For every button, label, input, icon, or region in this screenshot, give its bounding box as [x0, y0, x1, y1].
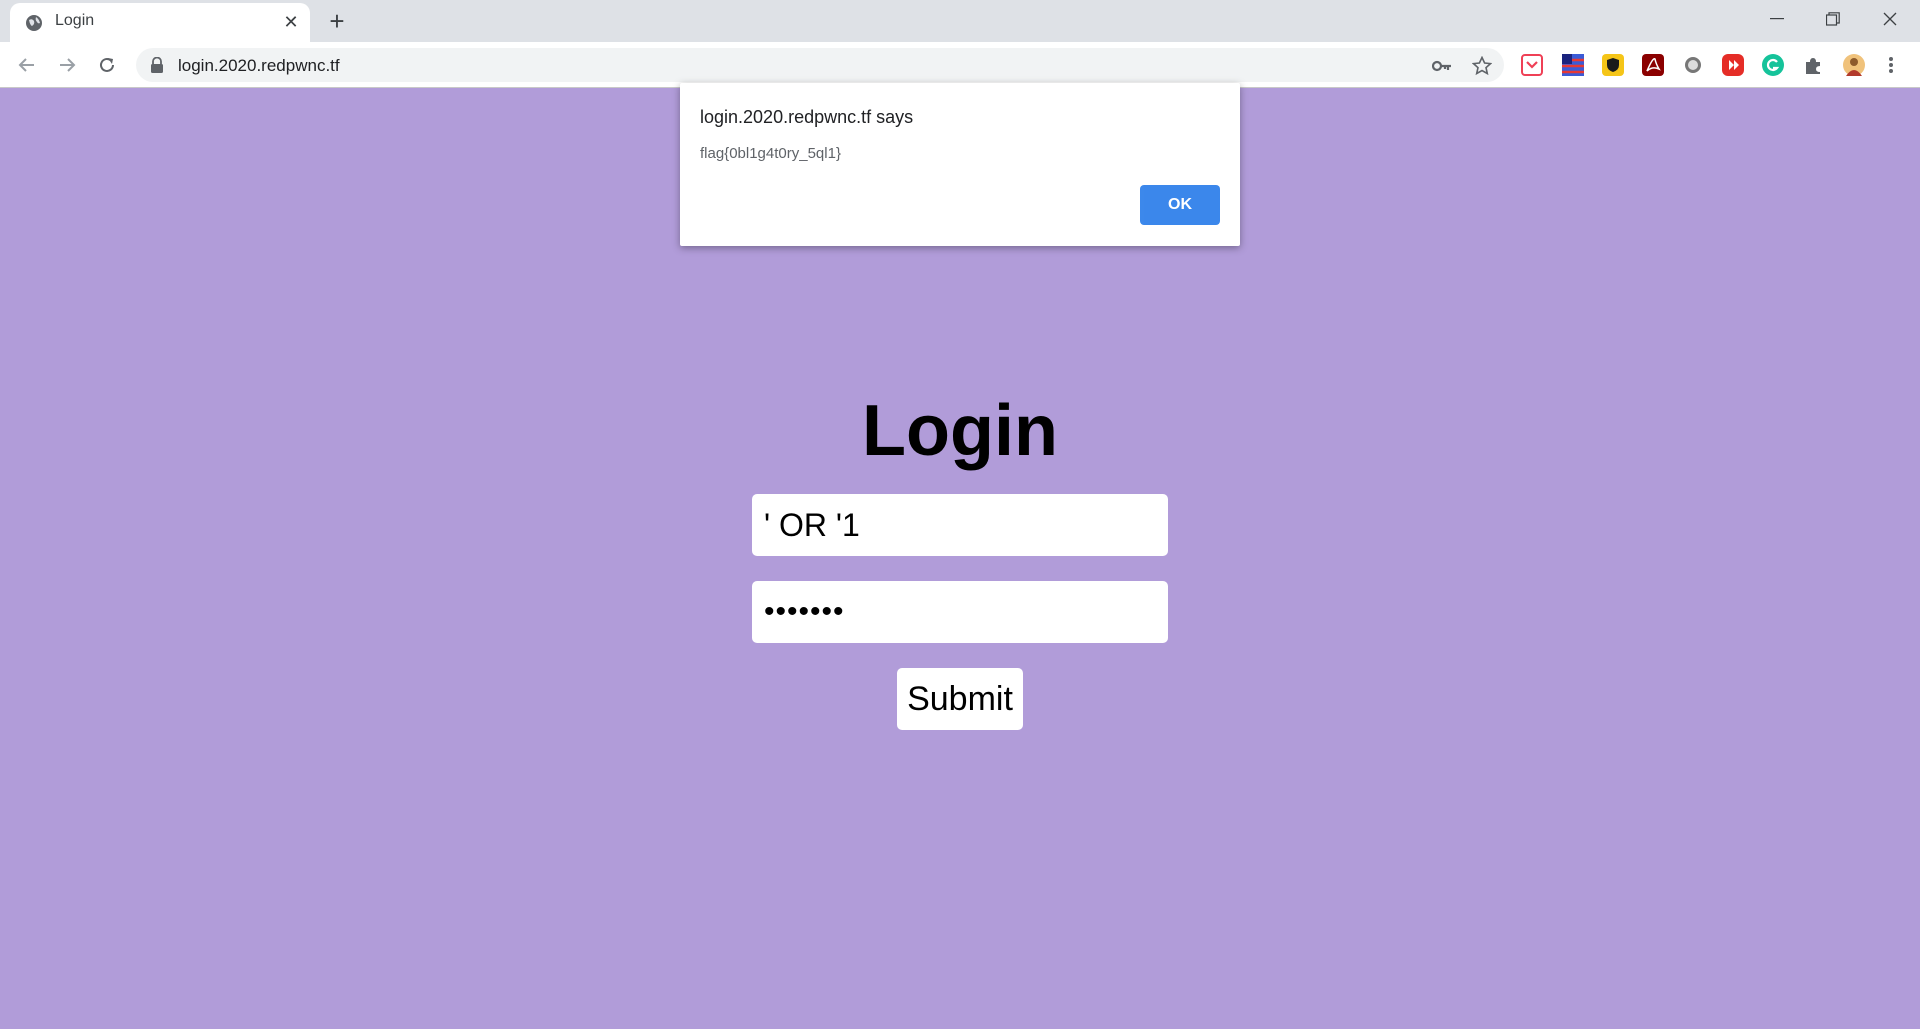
alert-dialog: login.2020.redpwnc.tf says flag{0bl1g4t0…: [680, 83, 1240, 246]
alert-message: flag{0bl1g4t0ry_5ql1}: [700, 145, 841, 162]
username-input[interactable]: ' OR '1: [752, 494, 1168, 556]
tab-title: Login: [55, 12, 95, 29]
browser-tab[interactable]: Login ✕: [10, 3, 310, 42]
lock-icon[interactable]: [150, 56, 164, 73]
tab-strip: Login ✕ +: [0, 0, 1920, 42]
pdf-icon[interactable]: [1642, 54, 1664, 76]
ok-button[interactable]: OK: [1140, 185, 1220, 225]
circle-icon[interactable]: [1682, 54, 1704, 76]
minimize-button[interactable]: [1749, 0, 1805, 38]
reload-button[interactable]: [91, 49, 123, 81]
tab-close-icon[interactable]: ✕: [280, 11, 302, 33]
close-window-button[interactable]: [1862, 0, 1918, 38]
more-menu-icon[interactable]: [1884, 54, 1898, 76]
password-input[interactable]: •••••••: [752, 581, 1168, 643]
page-title: Login: [862, 391, 1058, 471]
grammarly-icon[interactable]: [1762, 54, 1784, 76]
youtube-icon[interactable]: [1722, 54, 1744, 76]
avatar[interactable]: [1843, 54, 1865, 76]
submit-button[interactable]: Submit: [897, 668, 1023, 730]
forward-button[interactable]: [51, 49, 83, 81]
address-bar[interactable]: login.2020.redpwnc.tf: [136, 48, 1504, 82]
back-button[interactable]: [11, 49, 43, 81]
globe-icon: [25, 14, 43, 32]
url-text[interactable]: login.2020.redpwnc.tf: [178, 56, 340, 76]
puzzle-icon[interactable]: [1802, 54, 1824, 76]
alert-title: login.2020.redpwnc.tf says: [700, 107, 914, 127]
new-tab-button[interactable]: +: [323, 8, 351, 36]
pocket-icon[interactable]: [1521, 54, 1543, 76]
star-icon[interactable]: [1472, 56, 1492, 76]
key-icon[interactable]: [1432, 56, 1452, 76]
shield-icon[interactable]: [1602, 54, 1624, 76]
restore-button[interactable]: [1805, 0, 1861, 38]
flag-icon[interactable]: [1562, 54, 1584, 76]
browser-toolbar: login.2020.redpwnc.tf: [0, 42, 1920, 88]
